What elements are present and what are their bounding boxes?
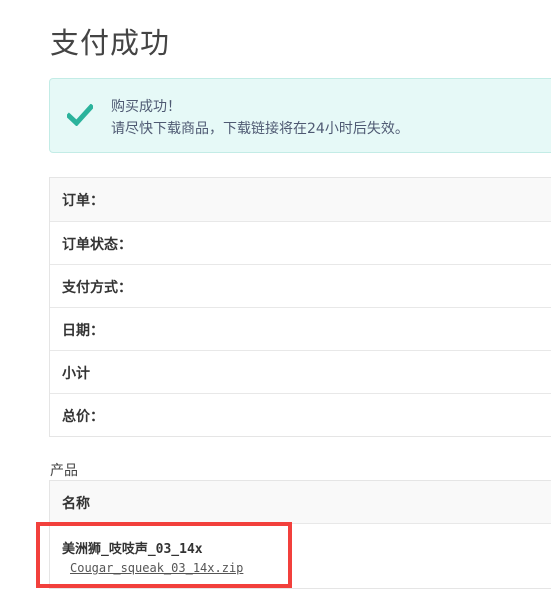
order-details-table: 订单： 订单状态： 支付方式： 日期： 小计 总价： <box>49 177 551 437</box>
products-table: 名称 美洲狮_吱吱声_03_14x Cougar_squeak_03_14x.z… <box>49 480 551 589</box>
payment-method-label: 支付方式： <box>62 280 132 296</box>
notice-message: 请尽快下载商品，下载链接将在24小时后失效。 <box>111 121 409 137</box>
date-label: 日期： <box>62 323 104 339</box>
page-title: 支付成功 <box>50 26 171 60</box>
subtotal-label: 小计 <box>62 366 90 382</box>
notice-title: 购买成功！ <box>111 99 181 115</box>
order-row-subtotal: 小计 <box>50 350 551 393</box>
payment-success-page: 支付成功 购买成功！ 请尽快下载商品，下载链接将在24小时后失效。 订单： 订单… <box>0 0 551 606</box>
order-row-total: 总价： <box>50 393 551 436</box>
product-name: 美洲狮_吱吱声_03_14x <box>62 542 203 557</box>
products-table-header: 名称 <box>50 481 551 524</box>
order-row-date: 日期： <box>50 307 551 350</box>
order-status-label: 订单状态： <box>62 237 132 253</box>
order-row-status: 订单状态： <box>50 221 551 264</box>
download-link[interactable]: Cougar_squeak_03_14x.zip <box>70 561 243 575</box>
success-notice: 购买成功！ 请尽快下载商品，下载链接将在24小时后失效。 <box>49 78 551 153</box>
product-row: 美洲狮_吱吱声_03_14x Cougar_squeak_03_14x.zip <box>50 524 551 588</box>
order-row-order: 订单： <box>50 178 551 221</box>
total-label: 总价： <box>62 409 104 425</box>
check-icon <box>67 104 93 126</box>
column-header-name: 名称 <box>62 496 90 512</box>
order-label: 订单： <box>62 193 104 209</box>
products-section-label: 产品 <box>50 463 78 479</box>
order-row-payment-method: 支付方式： <box>50 264 551 307</box>
